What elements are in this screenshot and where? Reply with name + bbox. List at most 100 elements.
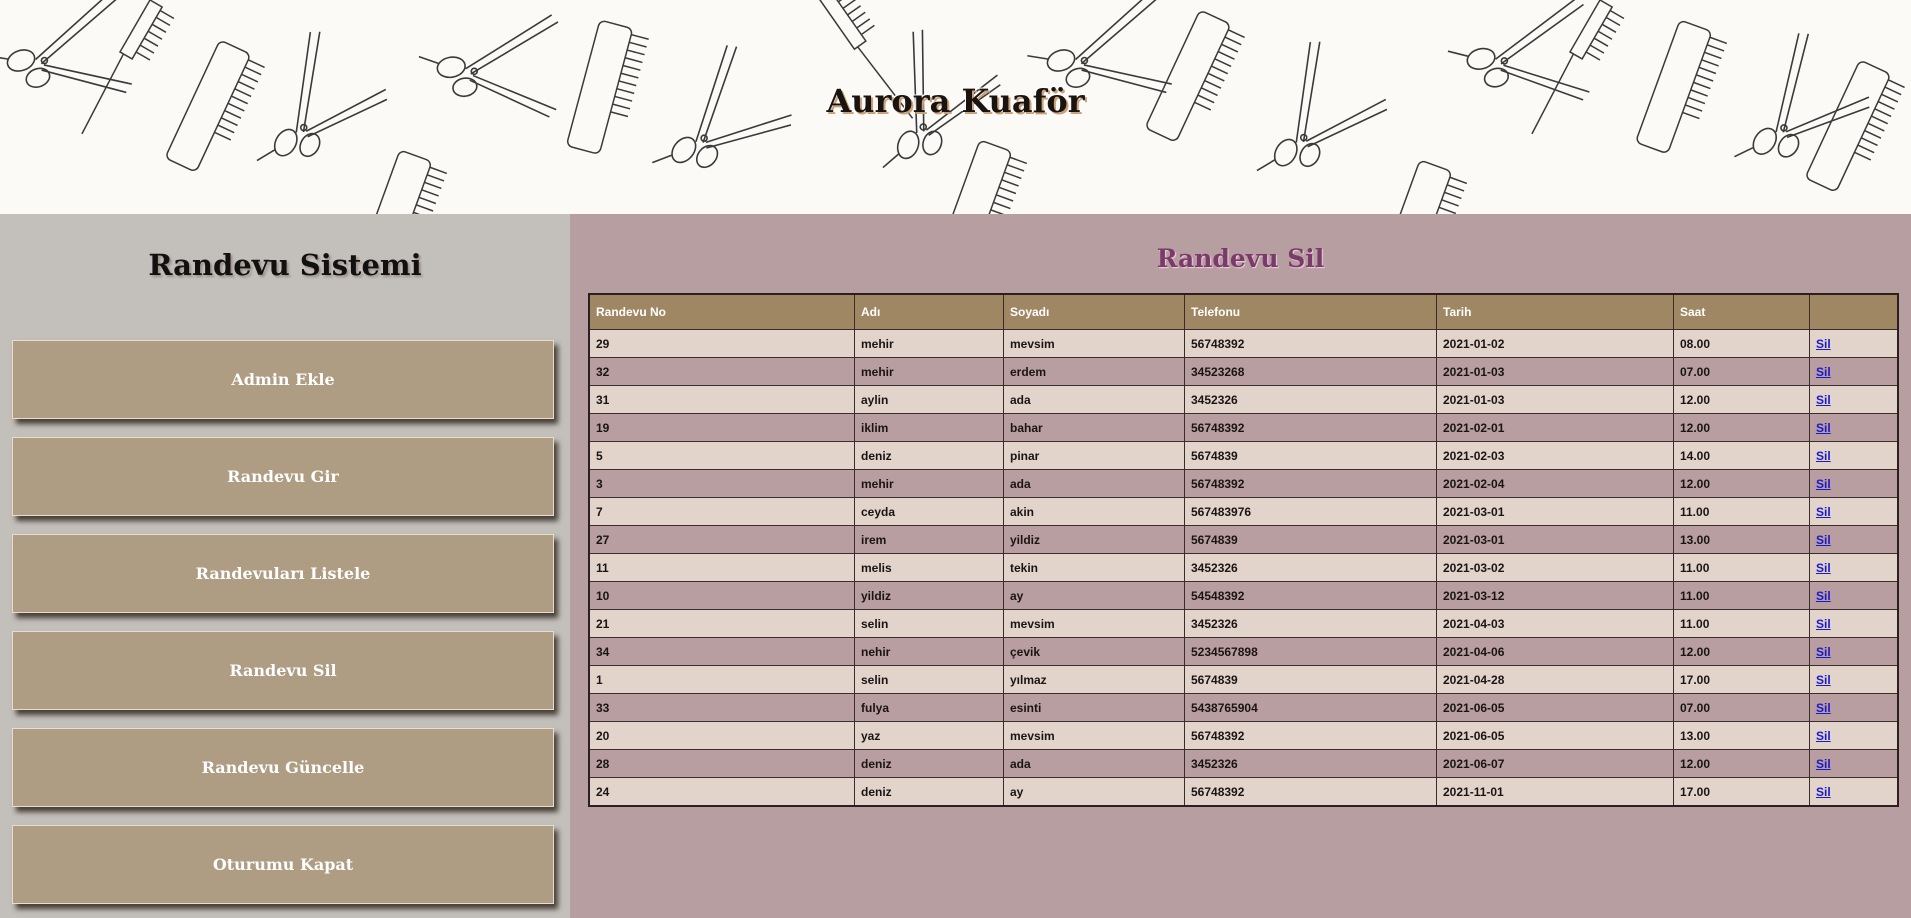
sil-link[interactable]: Sil (1816, 393, 1831, 407)
cell-randevu-no: 32 (588, 357, 855, 386)
column-header (1809, 293, 1899, 330)
cell-randevu-no: 11 (588, 553, 855, 582)
cell-randevu-no: 24 (588, 777, 855, 807)
cell-tarih: 2021-01-03 (1436, 385, 1674, 414)
cell-soyadi: bahar (1003, 413, 1185, 442)
cell-adi: melis (854, 553, 1004, 582)
cell-telefonu: 3452326 (1184, 749, 1437, 778)
table-row: 31 aylin ada 3452326 2021-01-03 12.00 Sil (588, 385, 1899, 414)
randevu-gir-button[interactable]: Randevu Gir (12, 437, 554, 516)
sil-link[interactable]: Sil (1816, 617, 1831, 631)
randevu-guncelle-button[interactable]: Randevu Güncelle (12, 728, 554, 807)
cell-saat: 11.00 (1673, 609, 1810, 638)
sil-link[interactable]: Sil (1816, 561, 1831, 575)
cell-soyadi: mevsim (1003, 609, 1185, 638)
cell-tarih: 2021-03-01 (1436, 525, 1674, 554)
cell-adi: irem (854, 525, 1004, 554)
cell-telefonu: 5674839 (1184, 525, 1437, 554)
table-row: 7 ceyda akin 567483976 2021-03-01 11.00 Sil (588, 497, 1899, 526)
cell-randevu-no: 7 (588, 497, 855, 526)
cell-action: Sil (1809, 693, 1899, 722)
cell-tarih: 2021-03-02 (1436, 553, 1674, 582)
sil-link[interactable]: Sil (1816, 757, 1831, 771)
cell-tarih: 2021-01-02 (1436, 329, 1674, 358)
column-header: Soyadı (1003, 293, 1185, 330)
cell-soyadi: tekin (1003, 553, 1185, 582)
appointments-table-wrapper: Randevu No Adı Soyadı Telefonu Tarih Saa… (588, 293, 1899, 807)
table-row: 28 deniz ada 3452326 2021-06-07 12.00 Sil (588, 749, 1899, 778)
cell-tarih: 2021-04-03 (1436, 609, 1674, 638)
column-header: Adı (854, 293, 1004, 330)
cell-soyadi: ada (1003, 749, 1185, 778)
cell-adi: iklim (854, 413, 1004, 442)
cell-randevu-no: 31 (588, 385, 855, 414)
cell-tarih: 2021-01-03 (1436, 357, 1674, 386)
main-panel: Randevu Sil Randevu No Adı Soyadı Telefo… (570, 214, 1911, 918)
sil-link[interactable]: Sil (1816, 729, 1831, 743)
cell-soyadi: pinar (1003, 441, 1185, 470)
cell-telefonu: 5674839 (1184, 441, 1437, 470)
column-header: Randevu No (588, 293, 855, 330)
admin-ekle-button[interactable]: Admin Ekle (12, 340, 554, 419)
cell-action: Sil (1809, 777, 1899, 807)
cell-randevu-no: 19 (588, 413, 855, 442)
page-title: Randevu Sil (1156, 244, 1325, 273)
sil-link[interactable]: Sil (1816, 645, 1831, 659)
cell-soyadi: ada (1003, 469, 1185, 498)
cell-action: Sil (1809, 357, 1899, 386)
cell-soyadi: yildiz (1003, 525, 1185, 554)
cell-saat: 13.00 (1673, 525, 1810, 554)
table-row: 27 irem yildiz 5674839 2021-03-01 13.00 Sil (588, 525, 1899, 554)
cell-saat: 12.00 (1673, 413, 1810, 442)
table-row: 11 melis tekin 3452326 2021-03-02 11.00 Sil (588, 553, 1899, 582)
cell-soyadi: mevsim (1003, 329, 1185, 358)
cell-randevu-no: 21 (588, 609, 855, 638)
table-row: 21 selin mevsim 3452326 2021-04-03 11.00 Sil (588, 609, 1899, 638)
cell-adi: deniz (854, 777, 1004, 807)
cell-telefonu: 56748392 (1184, 777, 1437, 807)
cell-soyadi: ay (1003, 777, 1185, 807)
header-banner: Aurora Kuaför (0, 0, 1911, 214)
oturumu-kapat-button[interactable]: Oturumu Kapat (12, 825, 554, 904)
cell-saat: 17.00 (1673, 777, 1810, 807)
sil-link[interactable]: Sil (1816, 785, 1831, 799)
sil-link[interactable]: Sil (1816, 365, 1831, 379)
sil-link[interactable]: Sil (1816, 421, 1831, 435)
sil-link[interactable]: Sil (1816, 337, 1831, 351)
cell-randevu-no: 33 (588, 693, 855, 722)
sil-link[interactable]: Sil (1816, 533, 1831, 547)
cell-saat: 12.00 (1673, 469, 1810, 498)
cell-telefonu: 5674839 (1184, 665, 1437, 694)
cell-adi: selin (854, 609, 1004, 638)
cell-telefonu: 567483976 (1184, 497, 1437, 526)
sil-link[interactable]: Sil (1816, 673, 1831, 687)
cell-saat: 13.00 (1673, 721, 1810, 750)
table-header-row: Randevu No Adı Soyadı Telefonu Tarih Saa… (588, 293, 1899, 330)
sil-link[interactable]: Sil (1816, 701, 1831, 715)
cell-adi: deniz (854, 441, 1004, 470)
cell-adi: nehir (854, 637, 1004, 666)
cell-telefonu: 5234567898 (1184, 637, 1437, 666)
cell-soyadi: akin (1003, 497, 1185, 526)
table-row: 29 mehir mevsim 56748392 2021-01-02 08.00 Sil (588, 329, 1899, 358)
randevu-sil-button[interactable]: Randevu Sil (12, 631, 554, 710)
cell-saat: 11.00 (1673, 581, 1810, 610)
cell-soyadi: çevik (1003, 637, 1185, 666)
cell-tarih: 2021-11-01 (1436, 777, 1674, 807)
cell-action: Sil (1809, 497, 1899, 526)
cell-action: Sil (1809, 665, 1899, 694)
table-row: 34 nehir çevik 5234567898 2021-04-06 12.00 Sil (588, 637, 1899, 666)
sil-link[interactable]: Sil (1816, 449, 1831, 463)
cell-action: Sil (1809, 525, 1899, 554)
appointments-table: Randevu No Adı Soyadı Telefonu Tarih Saa… (588, 293, 1899, 807)
randevulari-listele-button[interactable]: Randevuları Listele (12, 534, 554, 613)
cell-randevu-no: 27 (588, 525, 855, 554)
cell-adi: mehir (854, 469, 1004, 498)
sil-link[interactable]: Sil (1816, 589, 1831, 603)
sil-link[interactable]: Sil (1816, 477, 1831, 491)
cell-soyadi: ay (1003, 581, 1185, 610)
sil-link[interactable]: Sil (1816, 505, 1831, 519)
cell-saat: 11.00 (1673, 553, 1810, 582)
cell-randevu-no: 1 (588, 665, 855, 694)
table-row: 10 yildiz ay 54548392 2021-03-12 11.00 Sil (588, 581, 1899, 610)
